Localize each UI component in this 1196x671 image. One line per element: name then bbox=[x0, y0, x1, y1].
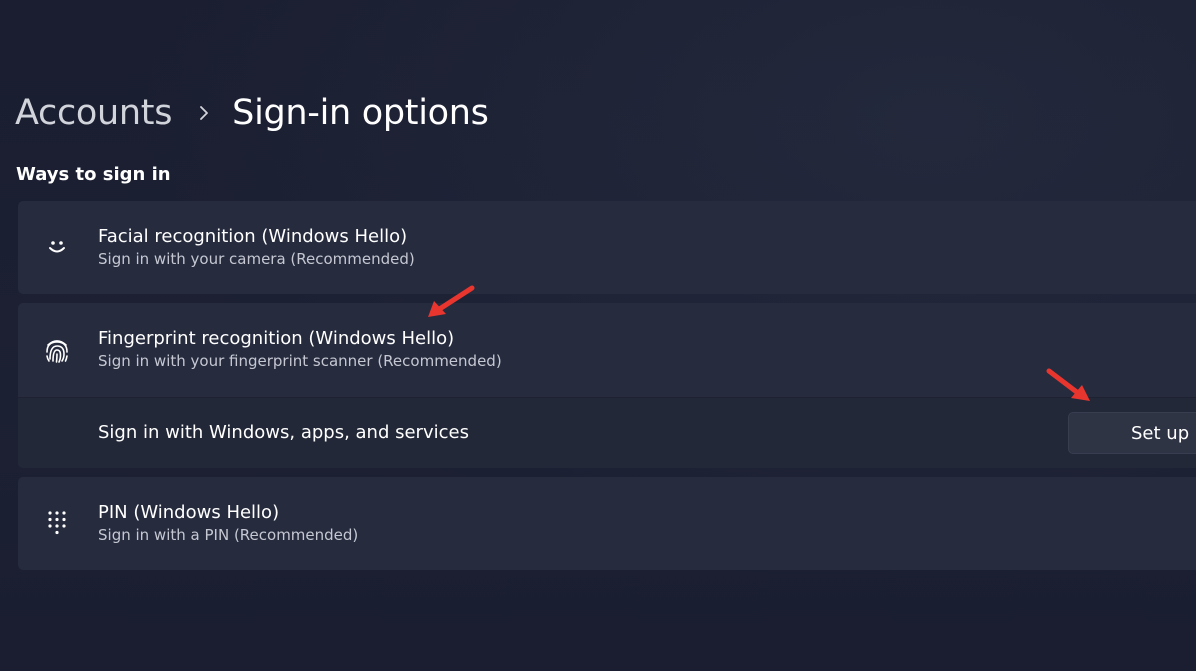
facial-recognition-subtitle: Sign in with your camera (Recommended) bbox=[98, 250, 415, 268]
section-title: Ways to sign in bbox=[16, 164, 171, 185]
pin-subtitle: Sign in with a PIN (Recommended) bbox=[98, 526, 359, 544]
fingerprint-icon bbox=[42, 335, 72, 365]
settings-page: Accounts Sign-in options Ways to sign in… bbox=[0, 0, 1196, 671]
smiley-face-icon bbox=[42, 232, 72, 262]
breadcrumb-accounts-link[interactable]: Accounts bbox=[15, 93, 172, 133]
page-title: Sign-in options bbox=[232, 93, 489, 133]
fingerprint-recognition-title: Fingerprint recognition (Windows Hello) bbox=[98, 328, 455, 349]
annotation-arrow-icon bbox=[1046, 368, 1090, 401]
set-up-button[interactable]: Set up bbox=[1068, 412, 1196, 454]
fingerprint-recognition-header[interactable]: Fingerprint recognition (Windows Hello) … bbox=[18, 303, 1196, 397]
facial-recognition-card[interactable]: Facial recognition (Windows Hello) Sign … bbox=[18, 201, 1196, 294]
pin-card[interactable]: PIN (Windows Hello) Sign in with a PIN (… bbox=[18, 477, 1196, 570]
fingerprint-setup-label: Sign in with Windows, apps, and services bbox=[98, 422, 469, 443]
annotation-arrow-icon bbox=[428, 285, 475, 317]
fingerprint-recognition-subtitle: Sign in with your fingerprint scanner (R… bbox=[98, 352, 502, 370]
facial-recognition-title: Facial recognition (Windows Hello) bbox=[98, 226, 408, 247]
fingerprint-recognition-card: Fingerprint recognition (Windows Hello) … bbox=[18, 303, 1196, 468]
fingerprint-setup-row: Sign in with Windows, apps, and services… bbox=[18, 398, 1196, 468]
chevron-right-icon bbox=[198, 106, 210, 120]
keypad-icon bbox=[42, 508, 72, 538]
pin-title: PIN (Windows Hello) bbox=[98, 502, 280, 523]
breadcrumb: Accounts Sign-in options bbox=[15, 88, 489, 138]
